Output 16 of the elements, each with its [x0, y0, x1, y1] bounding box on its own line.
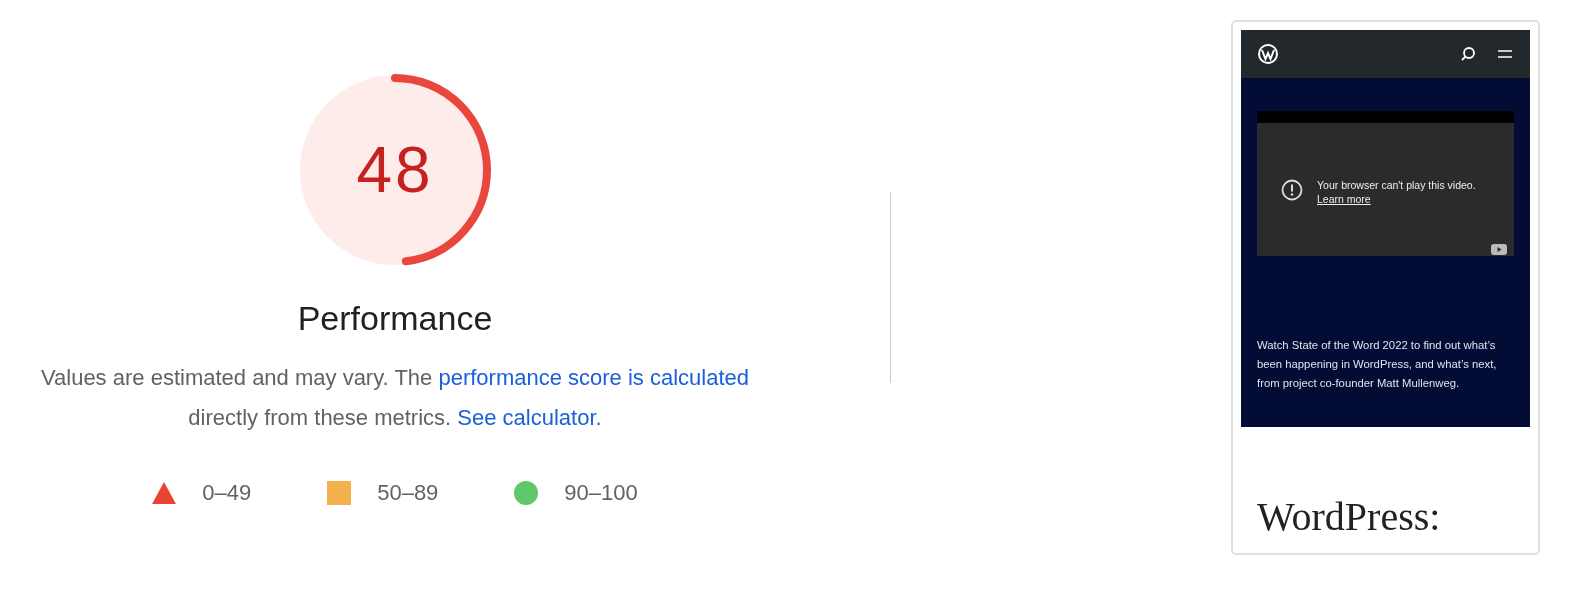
legend-label: 50–89 [377, 480, 439, 506]
warning-icon [1281, 178, 1303, 201]
category-title: Performance [297, 298, 493, 338]
page-heading: WordPress: [1257, 493, 1442, 540]
video-message: Your browser can't play this video. [1317, 178, 1476, 191]
link[interactable]: performance score is calculated [438, 365, 749, 390]
logo-icon [1257, 43, 1279, 65]
caption-text: Watch State of the Word 2022 to find out what’s been happening in WordPress, and what’s next, from project co-founder Matt Mullenweg. [1257, 338, 1498, 391]
description-text: Values are estimated and may vary. The performance score is calculated directly from these metrics. See calculator. [40, 364, 750, 432]
link[interactable]: See calculator. [457, 405, 602, 430]
search-icon[interactable] [1460, 46, 1476, 62]
score-value: 48 [356, 133, 434, 207]
legend-label: 90–100 [564, 480, 638, 506]
learn-more-link[interactable]: Learn more [1317, 192, 1476, 205]
legend-label: 0–49 [202, 480, 252, 506]
menu-icon[interactable] [1498, 49, 1512, 59]
